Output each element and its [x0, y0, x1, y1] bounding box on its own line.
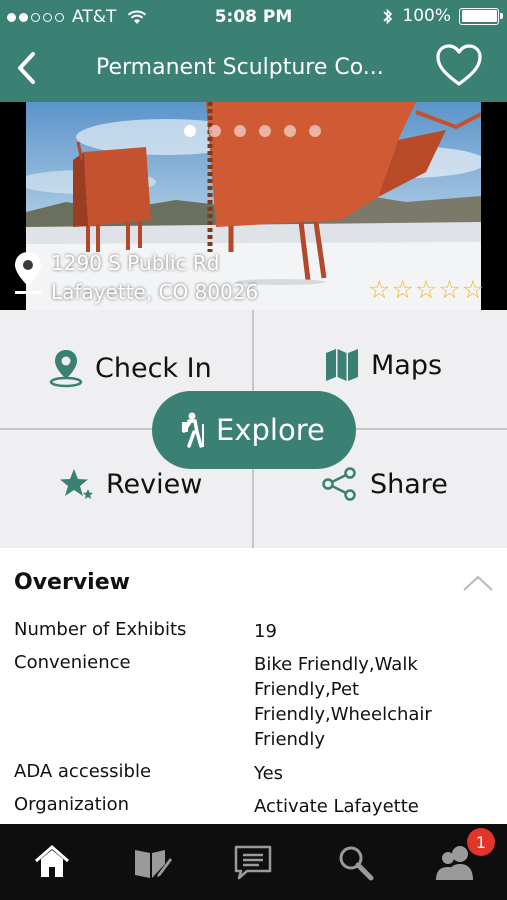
bluetooth-icon — [383, 8, 393, 24]
messages-icon[interactable] — [233, 842, 273, 882]
review-button[interactable]: Review — [60, 467, 202, 501]
notification-badge: 1 — [467, 828, 495, 856]
favorite-heart-icon[interactable] — [434, 42, 484, 90]
tab-bar — [0, 824, 507, 900]
location-pin-icon — [15, 252, 41, 294]
hero-carousel[interactable]: 1290 S Public Rd Lafayette, CO 80026 ☆ ☆ ☆… — [0, 102, 507, 310]
address-line-1: 1290 S Public Rd — [51, 251, 220, 275]
review-label: Review — [106, 468, 203, 500]
status-bar: AT&T 5:08 PM 100% — [0, 0, 507, 34]
guide-book-icon[interactable] — [132, 842, 172, 882]
carousel-dot[interactable] — [209, 125, 221, 137]
row-label: Organization — [14, 794, 130, 815]
check-in-button[interactable]: Check In — [49, 348, 212, 388]
check-in-pin-icon — [49, 350, 83, 388]
battery-percent: 100% — [402, 6, 451, 26]
row-value: Activate Lafayette — [254, 796, 419, 817]
carousel-dot[interactable] — [234, 125, 246, 137]
home-icon[interactable] — [32, 842, 72, 882]
row-value: 19 — [254, 621, 277, 642]
rating-star-icon[interactable]: ☆ — [391, 277, 413, 303]
back-button[interactable] — [12, 48, 42, 88]
carousel-dot[interactable] — [259, 125, 271, 137]
hiker-icon — [182, 412, 204, 448]
carousel-dots — [184, 125, 321, 137]
map-icon — [326, 349, 358, 381]
share-icon — [322, 467, 356, 501]
maps-button[interactable]: Maps — [325, 348, 442, 382]
row-label: Convenience — [14, 652, 131, 673]
overview-title: Overview — [14, 570, 130, 595]
maps-label: Maps — [371, 349, 443, 381]
status-right: 100% — [382, 6, 503, 26]
share-button[interactable]: Share — [322, 467, 448, 501]
app-header: AT&T 5:08 PM 100% Permanent Sculpture Co… — [0, 0, 507, 102]
rating-star-icon[interactable]: ☆ — [415, 277, 437, 303]
carousel-dot[interactable] — [309, 125, 321, 137]
address-line-2: Lafayette, CO 80026 — [51, 280, 259, 304]
carousel-dot[interactable] — [284, 125, 296, 137]
review-star-icon — [60, 469, 93, 499]
share-label: Share — [370, 468, 448, 500]
overview-section: Overview Number of Exhibits 19 Convenien… — [0, 548, 507, 824]
battery-icon — [459, 7, 503, 25]
search-icon[interactable] — [335, 842, 375, 882]
rating-stars[interactable]: ☆ ☆ ☆ ☆ ☆ — [368, 277, 484, 303]
carousel-dot[interactable] — [184, 125, 196, 137]
row-value: Yes — [254, 763, 284, 784]
row-label: ADA accessible — [14, 761, 152, 782]
address: 1290 S Public Rd Lafayette, CO 80026 — [51, 249, 258, 307]
rating-star-icon[interactable]: ☆ — [438, 277, 460, 303]
page-title: Permanent Sculpture Co... — [96, 55, 384, 80]
explore-button[interactable]: Explore — [152, 391, 356, 469]
rating-star-icon[interactable]: ☆ — [462, 277, 484, 303]
row-value: Bike Friendly,Walk Friendly,Pet Friendly… — [254, 654, 432, 750]
explore-label: Explore — [216, 413, 325, 447]
check-in-label: Check In — [95, 352, 212, 384]
row-label: Number of Exhibits — [14, 619, 187, 640]
rating-star-icon[interactable]: ☆ — [368, 277, 390, 303]
collapse-chevron-up-icon[interactable] — [462, 573, 494, 593]
